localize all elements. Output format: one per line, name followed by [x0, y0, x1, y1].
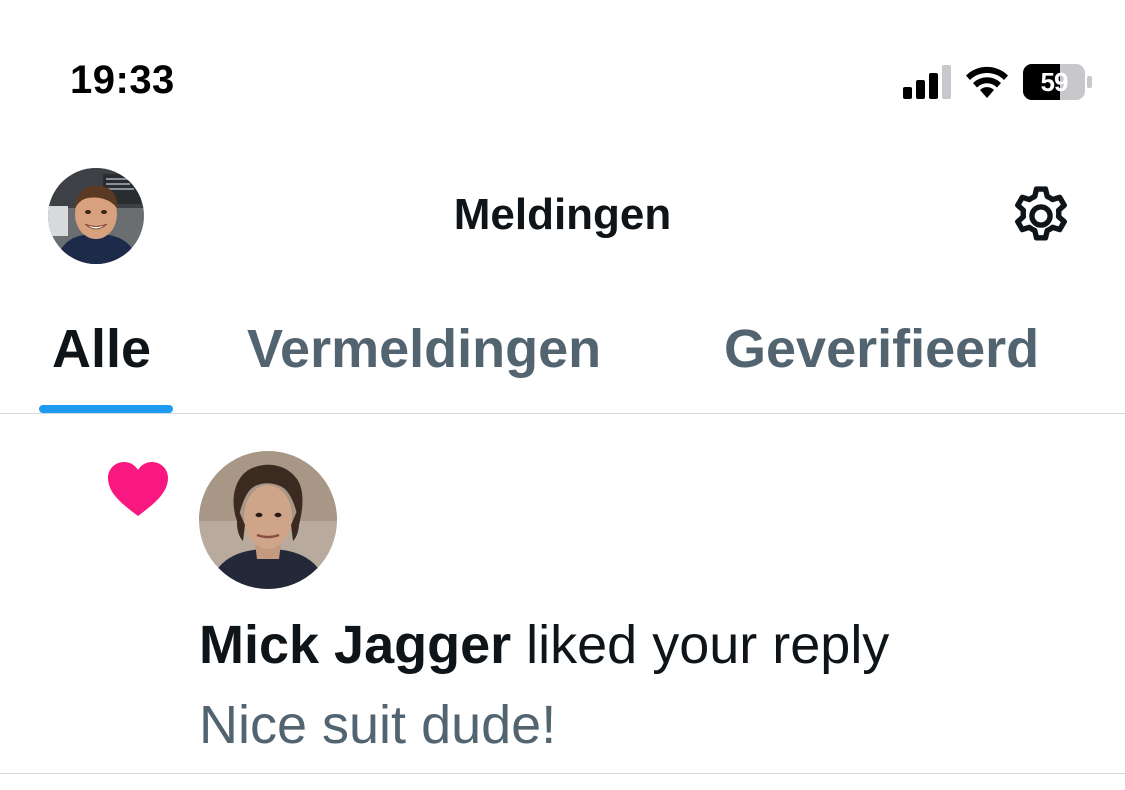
battery-level: 59 — [1040, 67, 1069, 97]
status-time: 19:33 — [70, 58, 175, 102]
tab-alle[interactable]: Alle — [52, 318, 151, 380]
heart-icon — [108, 462, 168, 516]
status-icons: 59 — [903, 62, 1093, 102]
notification-user-name[interactable]: Mick Jagger — [199, 615, 511, 675]
signal-icon — [903, 65, 951, 99]
battery-icon: 59 — [1023, 62, 1093, 102]
user-avatar[interactable] — [199, 451, 337, 589]
tab-bar: Alle Vermeldingen Geverifieerd — [0, 290, 1125, 414]
page-title: Meldingen — [453, 190, 672, 239]
header: Meldingen — [0, 150, 1125, 290]
wifi-icon — [966, 66, 1008, 98]
notification-text: Mick Jagger liked your reply — [199, 614, 889, 676]
active-tab-indicator — [39, 405, 173, 413]
notification-item[interactable]: Mick Jagger liked your reply Nice suit d… — [0, 414, 1125, 774]
notification-action: liked your reply — [526, 615, 890, 675]
tab-geverifieerd[interactable]: Geverifieerd — [724, 318, 1039, 380]
gear-icon[interactable] — [1007, 182, 1075, 250]
notification-preview: Nice suit dude! — [199, 695, 557, 755]
status-bar: 19:33 59 — [0, 0, 1125, 150]
tab-vermeldingen[interactable]: Vermeldingen — [247, 318, 601, 380]
